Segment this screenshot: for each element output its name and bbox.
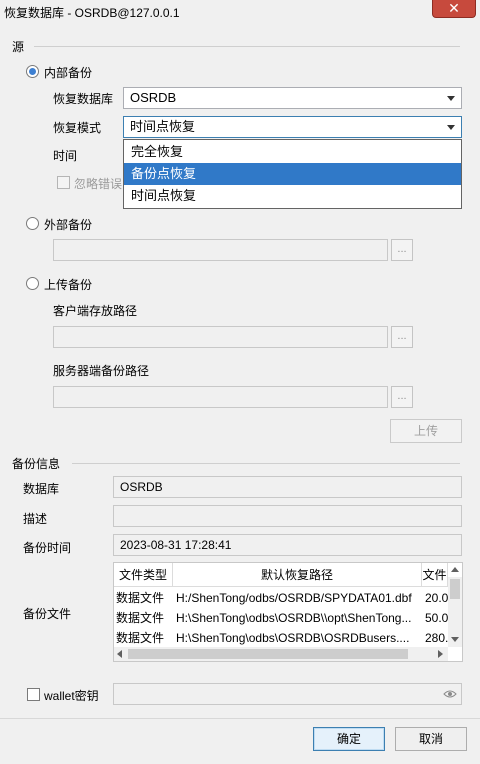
column-header-file-type[interactable]: 文件类型 xyxy=(114,563,173,587)
table-cell: H:/ShenTong/odbs/OSRDB/SPYDATA01.dbf xyxy=(176,591,412,605)
client-browse-button[interactable]: ... xyxy=(391,326,413,348)
table-cell: 数据文件 xyxy=(116,611,165,625)
table-horizontal-scrollbar[interactable] xyxy=(114,647,448,661)
time-label: 时间 xyxy=(53,149,78,163)
backup-files-label: 备份文件 xyxy=(23,607,72,621)
wallet-key-input[interactable] xyxy=(113,683,462,705)
title-bar: 恢复数据库 - OSRDB@127.0.0.1 ✕ xyxy=(0,0,480,24)
column-header-restore-path[interactable]: 默认恢复路径 xyxy=(173,563,422,587)
restore-db-select[interactable]: OSRDB xyxy=(123,87,462,109)
dropdown-option-backup-point[interactable]: 备份点恢复 xyxy=(124,163,461,185)
chevron-down-icon xyxy=(447,96,455,101)
wallet-label: wallet密钥 xyxy=(44,689,99,703)
restore-mode-label: 恢复模式 xyxy=(53,121,102,135)
source-section-label: 源 xyxy=(12,40,25,54)
dropdown-option-full[interactable]: 完全恢复 xyxy=(124,141,461,163)
table-cell: 50.0 xyxy=(425,611,448,625)
table-cell: 数据文件 xyxy=(116,631,165,645)
scroll-thumb[interactable] xyxy=(128,649,408,659)
server-path-input[interactable] xyxy=(53,386,388,408)
close-button[interactable]: ✕ xyxy=(432,0,476,18)
arrow-down-icon[interactable] xyxy=(451,637,459,642)
source-divider xyxy=(34,46,460,47)
footer-divider xyxy=(0,718,480,719)
table-cell: H:\ShenTong\odbs\OSRDB\OSRDBusers.... xyxy=(176,631,410,645)
column-header-file[interactable]: 文件 xyxy=(422,563,448,587)
client-path-label: 客户端存放路径 xyxy=(53,304,138,318)
backup-time-label: 备份时间 xyxy=(23,541,72,555)
ok-button[interactable]: 确定 xyxy=(313,727,385,751)
table-cell: 280. xyxy=(425,631,448,645)
chevron-down-icon xyxy=(447,125,455,130)
ignore-errors-label: 忽略错误 xyxy=(74,177,123,191)
wallet-checkbox[interactable] xyxy=(27,688,40,701)
server-browse-button[interactable]: ... xyxy=(391,386,413,408)
client-path-input[interactable] xyxy=(53,326,388,348)
upload-backup-label: 上传备份 xyxy=(44,278,93,292)
table-cell: 20.0 xyxy=(425,591,448,605)
backup-info-section-label: 备份信息 xyxy=(12,457,61,471)
internal-backup-label: 内部备份 xyxy=(44,66,93,80)
close-icon: ✕ xyxy=(448,0,460,16)
upload-backup-radio[interactable] xyxy=(26,277,39,290)
ignore-errors-checkbox[interactable] xyxy=(57,176,70,189)
scroll-thumb[interactable] xyxy=(450,579,460,599)
database-value: OSRDB xyxy=(113,476,462,498)
window-title: 恢复数据库 - OSRDB@127.0.0.1 xyxy=(4,6,180,20)
restore-mode-value: 时间点恢复 xyxy=(130,119,196,134)
backup-info-divider xyxy=(72,463,460,464)
eye-icon[interactable] xyxy=(443,689,457,699)
restore-db-value: OSRDB xyxy=(130,90,177,105)
cancel-button[interactable]: 取消 xyxy=(395,727,467,751)
table-vertical-scrollbar[interactable] xyxy=(448,567,462,647)
external-browse-button[interactable]: ... xyxy=(391,239,413,261)
table-cell: H:\ShenTong\odbs\OSRDB\\opt\ShenTong... xyxy=(176,611,412,625)
external-backup-path-input[interactable] xyxy=(53,239,388,261)
restore-mode-select[interactable]: 时间点恢复 xyxy=(123,116,462,138)
table-cell: 数据文件 xyxy=(116,591,165,605)
external-backup-radio[interactable] xyxy=(26,217,39,230)
description-value xyxy=(113,505,462,527)
external-backup-label: 外部备份 xyxy=(44,218,93,232)
backup-time-value: 2023-08-31 17:28:41 xyxy=(113,534,462,556)
description-label: 描述 xyxy=(23,512,48,526)
restore-mode-dropdown: 完全恢复 备份点恢复 时间点恢复 xyxy=(123,139,462,209)
arrow-up-icon[interactable] xyxy=(451,567,459,572)
dropdown-option-point-in-time[interactable]: 时间点恢复 xyxy=(124,185,461,207)
arrow-left-icon[interactable] xyxy=(117,650,122,658)
database-label: 数据库 xyxy=(23,482,60,496)
server-path-label: 服务器端备份路径 xyxy=(53,364,150,378)
arrow-right-icon[interactable] xyxy=(438,650,443,658)
internal-backup-radio[interactable] xyxy=(26,65,39,78)
upload-button[interactable]: 上传 xyxy=(390,419,462,443)
backup-files-table[interactable]: 文件类型 默认恢复路径 文件 数据文件 H:/ShenTong/odbs/OSR… xyxy=(113,562,463,662)
restore-db-label: 恢复数据库 xyxy=(53,92,114,106)
